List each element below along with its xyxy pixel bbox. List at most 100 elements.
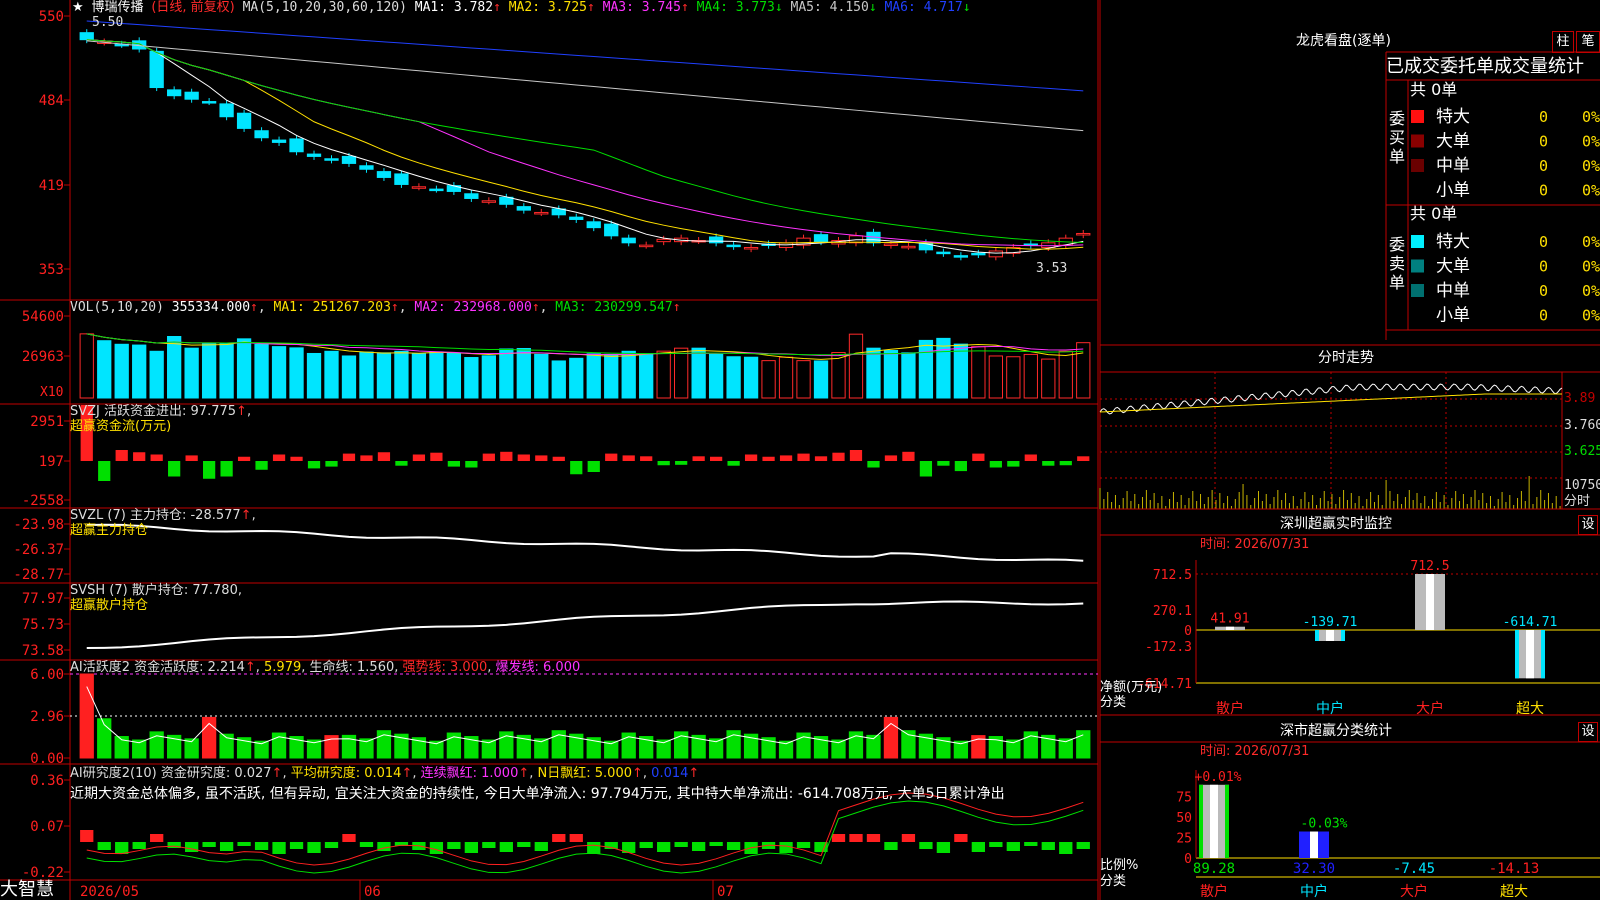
arrow-up-icon: ↑ [271, 766, 283, 781]
monitor-tick-label: 0 [1184, 624, 1192, 639]
volume-bar [306, 352, 322, 399]
sell-side-label: 委 [1389, 235, 1405, 254]
candle-body [604, 223, 619, 237]
sell-row-percent: 0% [1582, 233, 1600, 251]
volume-bar [1058, 350, 1073, 399]
svzj-bar [1024, 454, 1037, 461]
intraday-title: 分时走势 [1318, 350, 1374, 366]
volume-bar [446, 352, 462, 399]
intraday-unit: 分时 [1564, 494, 1591, 509]
ma-label: MA(5,10,20,30,60,120) [242, 0, 407, 15]
volume-bar [376, 352, 392, 399]
svzj-bar [779, 455, 793, 461]
vol-unit-label: X10 [40, 385, 63, 400]
svsh-tick-label: 73.58 [22, 643, 64, 659]
ai1-life-line [86, 686, 1084, 745]
candle-body [289, 138, 304, 153]
ai2-bar [202, 842, 216, 847]
ai1-v2: 5.979 [264, 660, 302, 675]
candle-body [726, 244, 741, 248]
svzj-bar [972, 453, 985, 461]
svsh-sub: 超赢散户持仓 [70, 598, 149, 613]
svzj-bar [622, 455, 635, 461]
volume-bar [604, 353, 619, 399]
monitor-bar-highlight [1226, 626, 1234, 630]
candle-body [743, 246, 759, 250]
volume-bar [988, 355, 1003, 399]
svsh-header: SVSH (7) 散户持仓: 77.780, [70, 583, 242, 598]
ai2-bar [796, 842, 811, 848]
ai2-bar [989, 842, 1003, 847]
buy-row-count: 0 [1539, 157, 1548, 175]
svzj-bar [675, 461, 688, 465]
ma5-value: MA5: 4.150 [790, 0, 869, 15]
class-bar-highlight [1310, 831, 1318, 858]
ai2-v2: 平均研究度: 0.014 [290, 766, 402, 781]
ai2-bar [1076, 842, 1090, 849]
arrow-up-icon: ↑ [632, 766, 643, 781]
volume-bar [1023, 353, 1038, 399]
low-price-label: 3.53 [1036, 261, 1067, 276]
bar-mode-button[interactable]: 柱 [1552, 31, 1574, 53]
candle-body [1076, 232, 1091, 236]
ai2-bar [534, 842, 548, 851]
sz-class-settings-button[interactable]: 设 [1578, 722, 1598, 742]
sz-class-title: 深市超赢分类统计 [1280, 723, 1392, 739]
vol-ma1-line [86, 333, 1084, 360]
class-top-label: -0.03% [1301, 817, 1348, 832]
lhb-title: 龙虎看盘(逐单) [1296, 33, 1391, 49]
sell-row-type: 中单 [1436, 281, 1470, 301]
svzj-tick-label: 2951 [30, 414, 64, 430]
sz-class-ylabel: 比例% [1100, 858, 1139, 873]
ai2-bar [272, 842, 286, 854]
sell-row-percent: 0% [1582, 282, 1600, 300]
volume-bar [726, 356, 741, 399]
sell-row-percent: 0% [1582, 258, 1600, 276]
volume-bar [236, 338, 252, 399]
monitor-bar-edge [1315, 630, 1319, 641]
sell-row-type: 特大 [1436, 232, 1470, 252]
svzj-bar [255, 461, 268, 470]
ai2-bar [219, 842, 234, 851]
svzj-bar [1059, 461, 1072, 466]
svzj-bar [762, 456, 775, 461]
tick-mode-button[interactable]: 笔 [1576, 31, 1600, 53]
stats-tabs[interactable]: 已成交委托单成交量统计 [1386, 56, 1584, 78]
candle-body [411, 186, 427, 189]
svzj-bar [710, 456, 723, 461]
sz-monitor-settings-button[interactable]: 设 [1578, 515, 1598, 535]
ai1-v4: 强势线: 3.000 [402, 660, 488, 675]
volume-bar [953, 343, 969, 399]
svzl-tick-label: -23.98 [13, 517, 64, 533]
buy-row-percent: 0% [1582, 108, 1600, 126]
star-icon[interactable]: ★ [72, 0, 84, 15]
volume-bar [324, 350, 339, 399]
candle-body [324, 158, 339, 161]
volume-bar [936, 337, 951, 399]
svzj-bar [307, 461, 321, 469]
ma6-line [86, 20, 1084, 92]
svzj-bar [1007, 461, 1020, 467]
monitor-bar-edge [1341, 630, 1345, 641]
svzj-bar [500, 451, 513, 461]
ai2-bar [80, 830, 94, 842]
main-chart-canvas[interactable]: 550 484 419 353 54600 26963 X10 2951 197 -2558 -23… [0, 0, 1600, 900]
class-bar-edge [1199, 784, 1203, 858]
brand-logo: 大智慧 [0, 879, 54, 900]
arrow-up-icon: ↑ [531, 300, 540, 315]
ai2-bar [342, 834, 356, 842]
ai2-bar [691, 842, 706, 851]
candle-body [79, 32, 94, 41]
stock-name[interactable]: 博瑞传播 [91, 0, 143, 15]
sell-row-type: 大单 [1436, 257, 1470, 277]
svzj-bar [98, 461, 111, 481]
volume-bar [708, 353, 724, 399]
arrow-up-icon: ↑ [493, 0, 501, 15]
candle-body [359, 165, 374, 170]
buy-row-count: 0 [1539, 108, 1548, 126]
monitor-tick-label: 712.5 [1153, 568, 1192, 583]
arrow-up-icon: ↑ [240, 508, 252, 523]
x-date-label: 06 [364, 884, 381, 900]
monitor-bar-highlight [1426, 574, 1434, 630]
volume-bar [848, 333, 864, 399]
